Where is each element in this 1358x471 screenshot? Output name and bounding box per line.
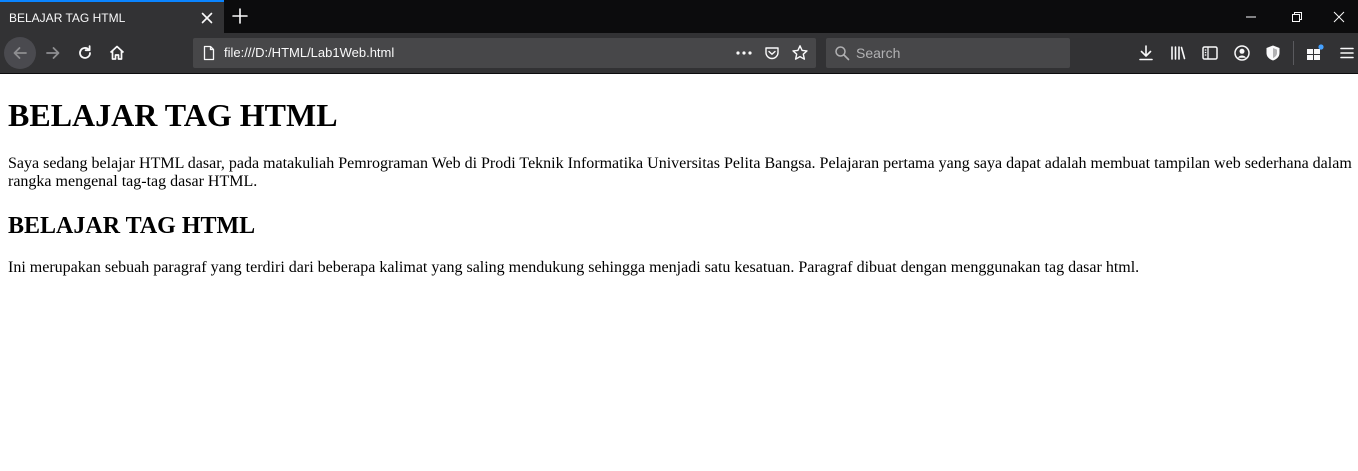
tab-strip: BELAJAR TAG HTML — [0, 0, 1358, 33]
hamburger-menu-icon[interactable] — [1332, 38, 1358, 68]
search-icon — [834, 45, 850, 61]
home-icon[interactable] — [101, 37, 133, 69]
paragraph-1: Saya sedang belajar HTML dasar, pada mat… — [8, 155, 1352, 190]
more-dots-icon[interactable] — [733, 43, 755, 63]
reload-icon[interactable] — [69, 37, 101, 69]
url-bar[interactable]: file:///D:/HTML/Lab1Web.html — [193, 38, 816, 68]
plus-icon[interactable] — [230, 6, 250, 26]
account-icon[interactable] — [1227, 38, 1257, 68]
page-heading-1: BELAJAR TAG HTML — [8, 97, 338, 133]
search-input[interactable] — [856, 43, 1061, 63]
navigation-toolbar: file:///D:/HTML/Lab1Web.html — [0, 33, 1358, 74]
forward-arrow-icon[interactable] — [37, 37, 69, 69]
search-bar[interactable] — [826, 38, 1070, 68]
close-icon[interactable] — [198, 9, 216, 27]
restore-icon[interactable] — [1274, 0, 1320, 33]
window-close-icon[interactable] — [1320, 0, 1358, 33]
download-icon[interactable] — [1131, 38, 1161, 68]
shield-icon[interactable] — [1258, 38, 1288, 68]
paragraph-2: Ini merupakan sebuah paragraf yang terdi… — [8, 259, 1140, 276]
pocket-icon[interactable] — [761, 43, 783, 63]
page-icon — [201, 45, 217, 61]
url-text[interactable]: file:///D:/HTML/Lab1Web.html — [224, 45, 394, 60]
star-icon[interactable] — [789, 43, 811, 63]
sidebar-icon[interactable] — [1195, 38, 1225, 68]
back-arrow-icon[interactable] — [4, 37, 36, 69]
active-tab[interactable]: BELAJAR TAG HTML — [0, 0, 224, 33]
library-icon[interactable] — [1163, 38, 1193, 68]
toolbar-separator — [1293, 41, 1294, 65]
page-heading-2: BELAJAR TAG HTML — [8, 213, 256, 239]
extensions-icon[interactable] — [1300, 38, 1330, 68]
tab-title: BELAJAR TAG HTML — [9, 11, 126, 25]
minimize-icon[interactable] — [1228, 0, 1274, 33]
